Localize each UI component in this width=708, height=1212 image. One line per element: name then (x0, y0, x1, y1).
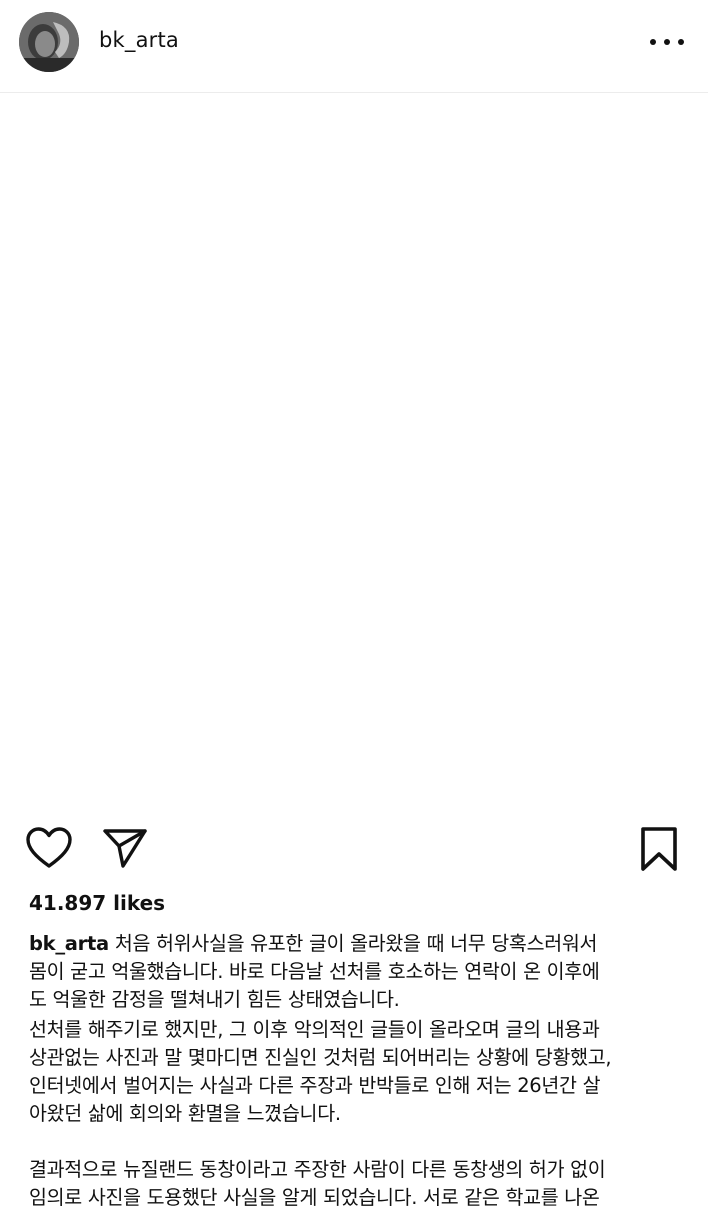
caption-line: 임의로 사진을 도용했단 사실을 알게 되었습니다. 서로 같은 학교를 나온 (29, 1186, 600, 1209)
caption-line: 몸이 굳고 억울했습니다. 바로 다음날 선처를 호소하는 연락이 온 이후에 (29, 960, 600, 983)
caption-line: 결과적으로 뉴질랜드 동창이라고 주장한 사람이 다른 동창생의 허가 없이 (29, 1158, 606, 1181)
dot (664, 39, 670, 45)
post-caption: bk_arta 처음 허위사실을 유포한 글이 올라왔을 때 너무 당혹스러워서 … (29, 930, 689, 1212)
post-image[interactable] (0, 93, 708, 803)
bookmark-icon[interactable] (638, 826, 680, 872)
username[interactable]: bk_arta (99, 28, 179, 52)
heart-icon[interactable] (25, 826, 73, 870)
caption-username[interactable]: bk_arta (29, 932, 109, 955)
post-header: bk_arta (0, 0, 708, 93)
caption-text: 처음 허위사실을 유포한 글이 올라왔을 때 너무 당혹스러워서 (114, 932, 598, 955)
avatar-photo (19, 12, 79, 72)
caption-line: 선처를 해주기로 했지만, 그 이후 악의적인 글들이 올라오며 글의 내용과 (29, 1018, 600, 1041)
avatar[interactable] (19, 12, 79, 72)
caption-line: bk_arta 처음 허위사실을 유포한 글이 올라왔을 때 너무 당혹스러워서 (29, 930, 689, 958)
dot (678, 39, 684, 45)
paper-plane-icon[interactable] (102, 826, 148, 870)
action-bar (0, 820, 708, 880)
dot (650, 39, 656, 45)
caption-line: 도 억울한 감정을 떨쳐내기 힘든 상태였습니다. (29, 988, 400, 1011)
more-options-icon[interactable] (650, 30, 684, 54)
likes-count[interactable]: 41.897 likes (29, 891, 165, 915)
caption-line: 아왔던 삶에 회의와 환멸을 느꼈습니다. (29, 1102, 341, 1125)
caption-line: 인터넷에서 벌어지는 사실과 다른 주장과 반박들로 인해 저는 26년간 살 (29, 1074, 601, 1097)
caption-line: 상관없는 사진과 말 몇마디면 진실인 것처럼 되어버리는 상황에 당황했고, (29, 1046, 612, 1069)
